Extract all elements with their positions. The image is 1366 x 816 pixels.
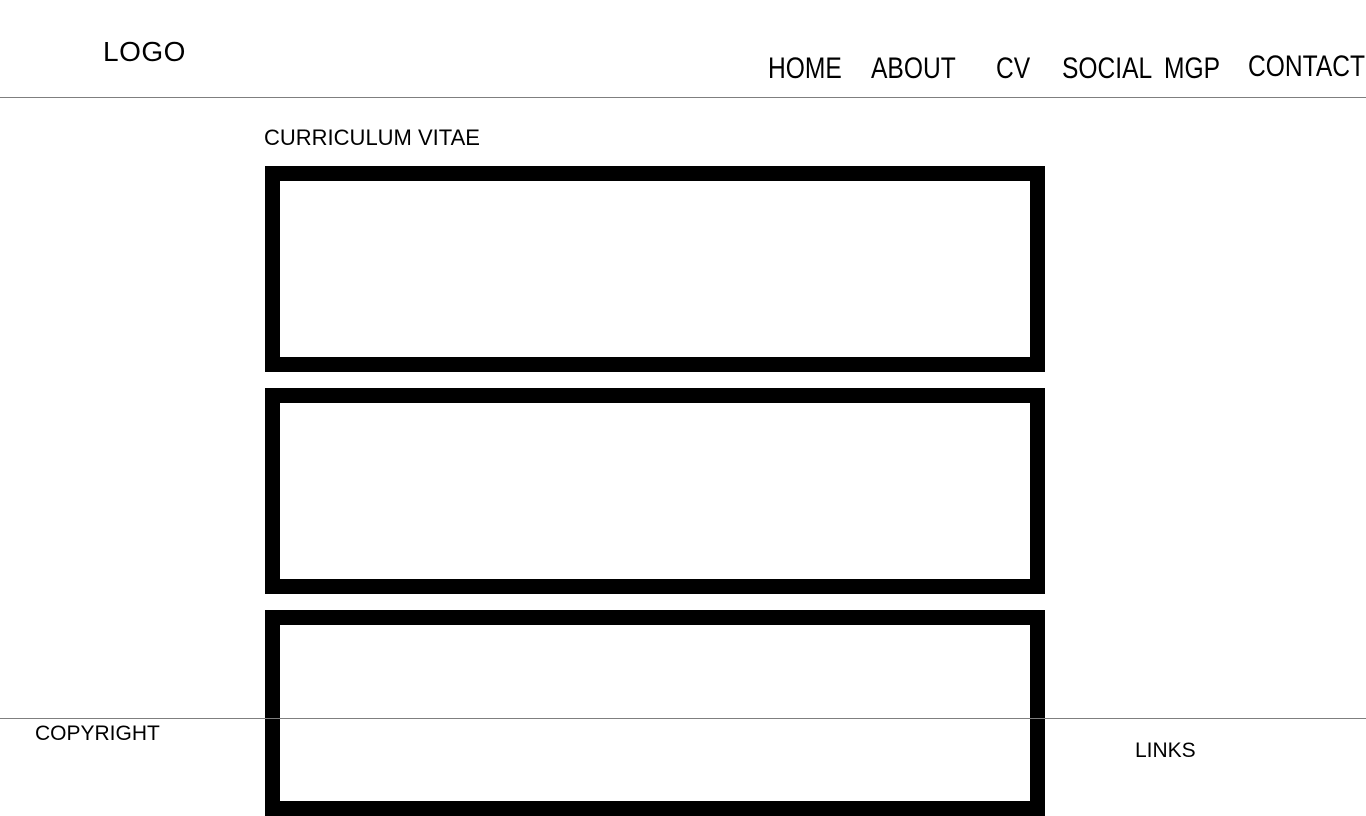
cv-section-box bbox=[265, 166, 1045, 372]
nav-item-social[interactable]: SOCIAL bbox=[1062, 52, 1152, 86]
page-title: CURRICULUM VITAE bbox=[264, 125, 480, 150]
footer-copyright: COPYRIGHT bbox=[35, 722, 160, 745]
nav-item-home[interactable]: HOME bbox=[768, 52, 842, 86]
cv-section-box bbox=[265, 610, 1045, 816]
header-divider bbox=[0, 97, 1366, 98]
nav-item-contact[interactable]: CONTACT bbox=[1248, 50, 1365, 84]
cv-section-box bbox=[265, 388, 1045, 594]
nav-item-about[interactable]: ABOUT bbox=[871, 52, 956, 86]
footer-divider bbox=[0, 718, 1366, 719]
nav-item-mgp[interactable]: MGP bbox=[1164, 52, 1220, 86]
nav-item-cv[interactable]: CV bbox=[996, 52, 1030, 86]
logo[interactable]: LOGO bbox=[103, 36, 186, 68]
footer-links[interactable]: LINKS bbox=[1135, 738, 1196, 764]
